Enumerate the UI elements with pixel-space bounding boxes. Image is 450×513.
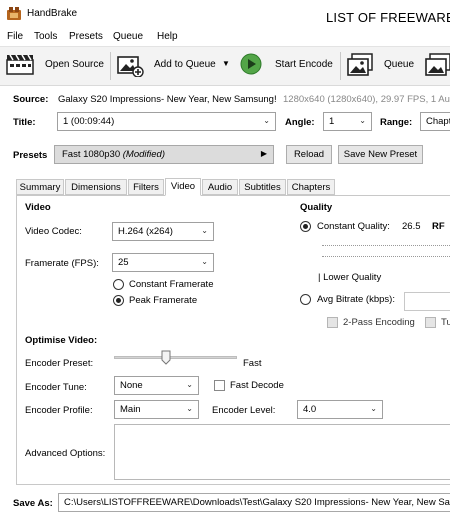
encoder-tune-label: Encoder Tune:: [25, 382, 87, 393]
encoder-preset-slider[interactable]: [114, 356, 237, 359]
two-pass-label: 2-Pass Encoding: [343, 317, 415, 328]
tab-dimensions[interactable]: Dimensions: [65, 179, 127, 195]
encoder-profile-select[interactable]: Main ⌄: [114, 400, 199, 419]
constant-quality-radio[interactable]: [300, 221, 311, 232]
title-label: Title:: [13, 117, 36, 128]
menu-queue[interactable]: Queue: [113, 31, 143, 42]
film-clapper-icon: [6, 54, 34, 75]
chevron-right-icon: ▶: [260, 149, 267, 158]
two-pass-checkbox[interactable]: [327, 317, 338, 328]
fast-decode-label: Fast Decode: [230, 380, 284, 391]
open-source-label: Open Source: [45, 59, 104, 70]
menu-bar: [0, 28, 450, 45]
tab-summary[interactable]: Summary: [16, 179, 64, 195]
turbo-label: Tu: [441, 317, 450, 328]
video-section-title: Video: [25, 202, 51, 213]
avg-bitrate-radio[interactable]: [300, 294, 311, 305]
tab-video[interactable]: Video: [165, 178, 201, 196]
app-title: HandBrake: [27, 8, 78, 19]
source-name: Galaxy S20 Impressions- New Year, New Sa…: [58, 94, 277, 105]
tab-audio[interactable]: Audio: [202, 179, 238, 195]
title-select[interactable]: 1 (00:09:44) ⌄: [57, 112, 276, 131]
constant-framerate-label: Constant Framerate: [129, 279, 214, 290]
angle-label: Angle:: [285, 117, 315, 128]
menu-help[interactable]: Help: [157, 31, 178, 42]
turbo-checkbox[interactable]: [425, 317, 436, 328]
quality-slider-ticks: [322, 256, 450, 259]
add-to-queue-button[interactable]: Add to Queue ▼: [114, 49, 238, 82]
reload-button[interactable]: Reload: [286, 145, 332, 164]
angle-select[interactable]: 1 ⌄: [323, 112, 372, 131]
avg-bitrate-input[interactable]: [404, 292, 450, 311]
queue-label: Queue: [384, 59, 415, 70]
source-info: 1280x640 (1280x640), 29.97 FPS, 1 Aud: [283, 94, 450, 105]
watermark-text: LIST OF FREEWARE: [326, 10, 450, 25]
toolbar-divider: [110, 52, 111, 80]
menu-presets[interactable]: Presets: [69, 31, 103, 42]
tab-filters[interactable]: Filters: [128, 179, 164, 195]
menu-tools[interactable]: Tools: [34, 31, 57, 42]
slider-thumb-icon[interactable]: [161, 350, 171, 365]
save-new-preset-button[interactable]: Save New Preset: [338, 145, 423, 164]
preview-images-icon[interactable]: [424, 53, 450, 77]
encoder-level-label: Encoder Level:: [212, 405, 276, 416]
dropdown-arrow-icon[interactable]: ▼: [222, 59, 230, 68]
advanced-options-label: Advanced Options:: [25, 448, 106, 459]
menu-file[interactable]: File: [7, 31, 23, 42]
queue-images-icon: [347, 53, 373, 76]
open-source-button[interactable]: Open Source: [4, 49, 107, 82]
constant-framerate-radio[interactable]: [113, 279, 124, 290]
range-select[interactable]: Chapt: [420, 112, 450, 131]
quality-slider-track[interactable]: [322, 245, 450, 248]
source-label: Source:: [13, 94, 49, 105]
cq-unit: RF: [432, 221, 445, 232]
handbrake-logo-icon: [7, 7, 21, 20]
encoder-profile-label: Encoder Profile:: [25, 405, 93, 416]
play-icon: [240, 53, 262, 75]
start-encode-label: Start Encode: [275, 59, 333, 70]
framerate-select[interactable]: 25 ⌄: [112, 253, 214, 272]
range-label: Range:: [380, 117, 413, 128]
avg-bitrate-label: Avg Bitrate (kbps):: [317, 294, 395, 305]
lower-quality-label: | Lower Quality: [318, 272, 382, 283]
start-encode-button[interactable]: Start Encode: [238, 49, 336, 82]
framerate-label: Framerate (FPS):: [25, 258, 99, 269]
constant-quality-label: Constant Quality:: [317, 221, 390, 232]
save-as-label: Save As:: [13, 498, 53, 509]
toolbar-divider: [340, 52, 341, 80]
quality-section-title: Quality: [300, 202, 333, 213]
video-codec-label: Video Codec:: [25, 226, 82, 237]
tab-subtitles[interactable]: Subtitles: [239, 179, 286, 195]
preset-selector[interactable]: Fast 1080p30 (Modified) ▶: [54, 145, 274, 164]
encoder-level-select[interactable]: 4.0 ⌄: [297, 400, 383, 419]
encoder-preset-label: Encoder Preset:: [25, 358, 94, 369]
add-image-icon: [117, 56, 144, 77]
encoder-tune-select[interactable]: None ⌄: [114, 376, 199, 395]
save-as-path-input[interactable]: C:\Users\LISTOFFREEWARE\Downloads\Test\G…: [58, 493, 450, 512]
tab-chapters[interactable]: Chapters: [287, 179, 335, 195]
optimise-section-title: Optimise Video:: [25, 335, 98, 346]
encoder-preset-value: Fast: [243, 358, 262, 369]
fast-decode-checkbox[interactable]: [214, 380, 225, 391]
cq-value: 26.5: [402, 221, 421, 232]
advanced-options-textarea[interactable]: [114, 424, 450, 480]
peak-framerate-label: Peak Framerate: [129, 295, 198, 306]
add-to-queue-label: Add to Queue: [154, 59, 216, 70]
queue-button[interactable]: Queue: [344, 49, 418, 82]
peak-framerate-radio[interactable]: [113, 295, 124, 306]
video-codec-select[interactable]: H.264 (x264) ⌄: [112, 222, 214, 241]
presets-label: Presets: [13, 150, 48, 161]
